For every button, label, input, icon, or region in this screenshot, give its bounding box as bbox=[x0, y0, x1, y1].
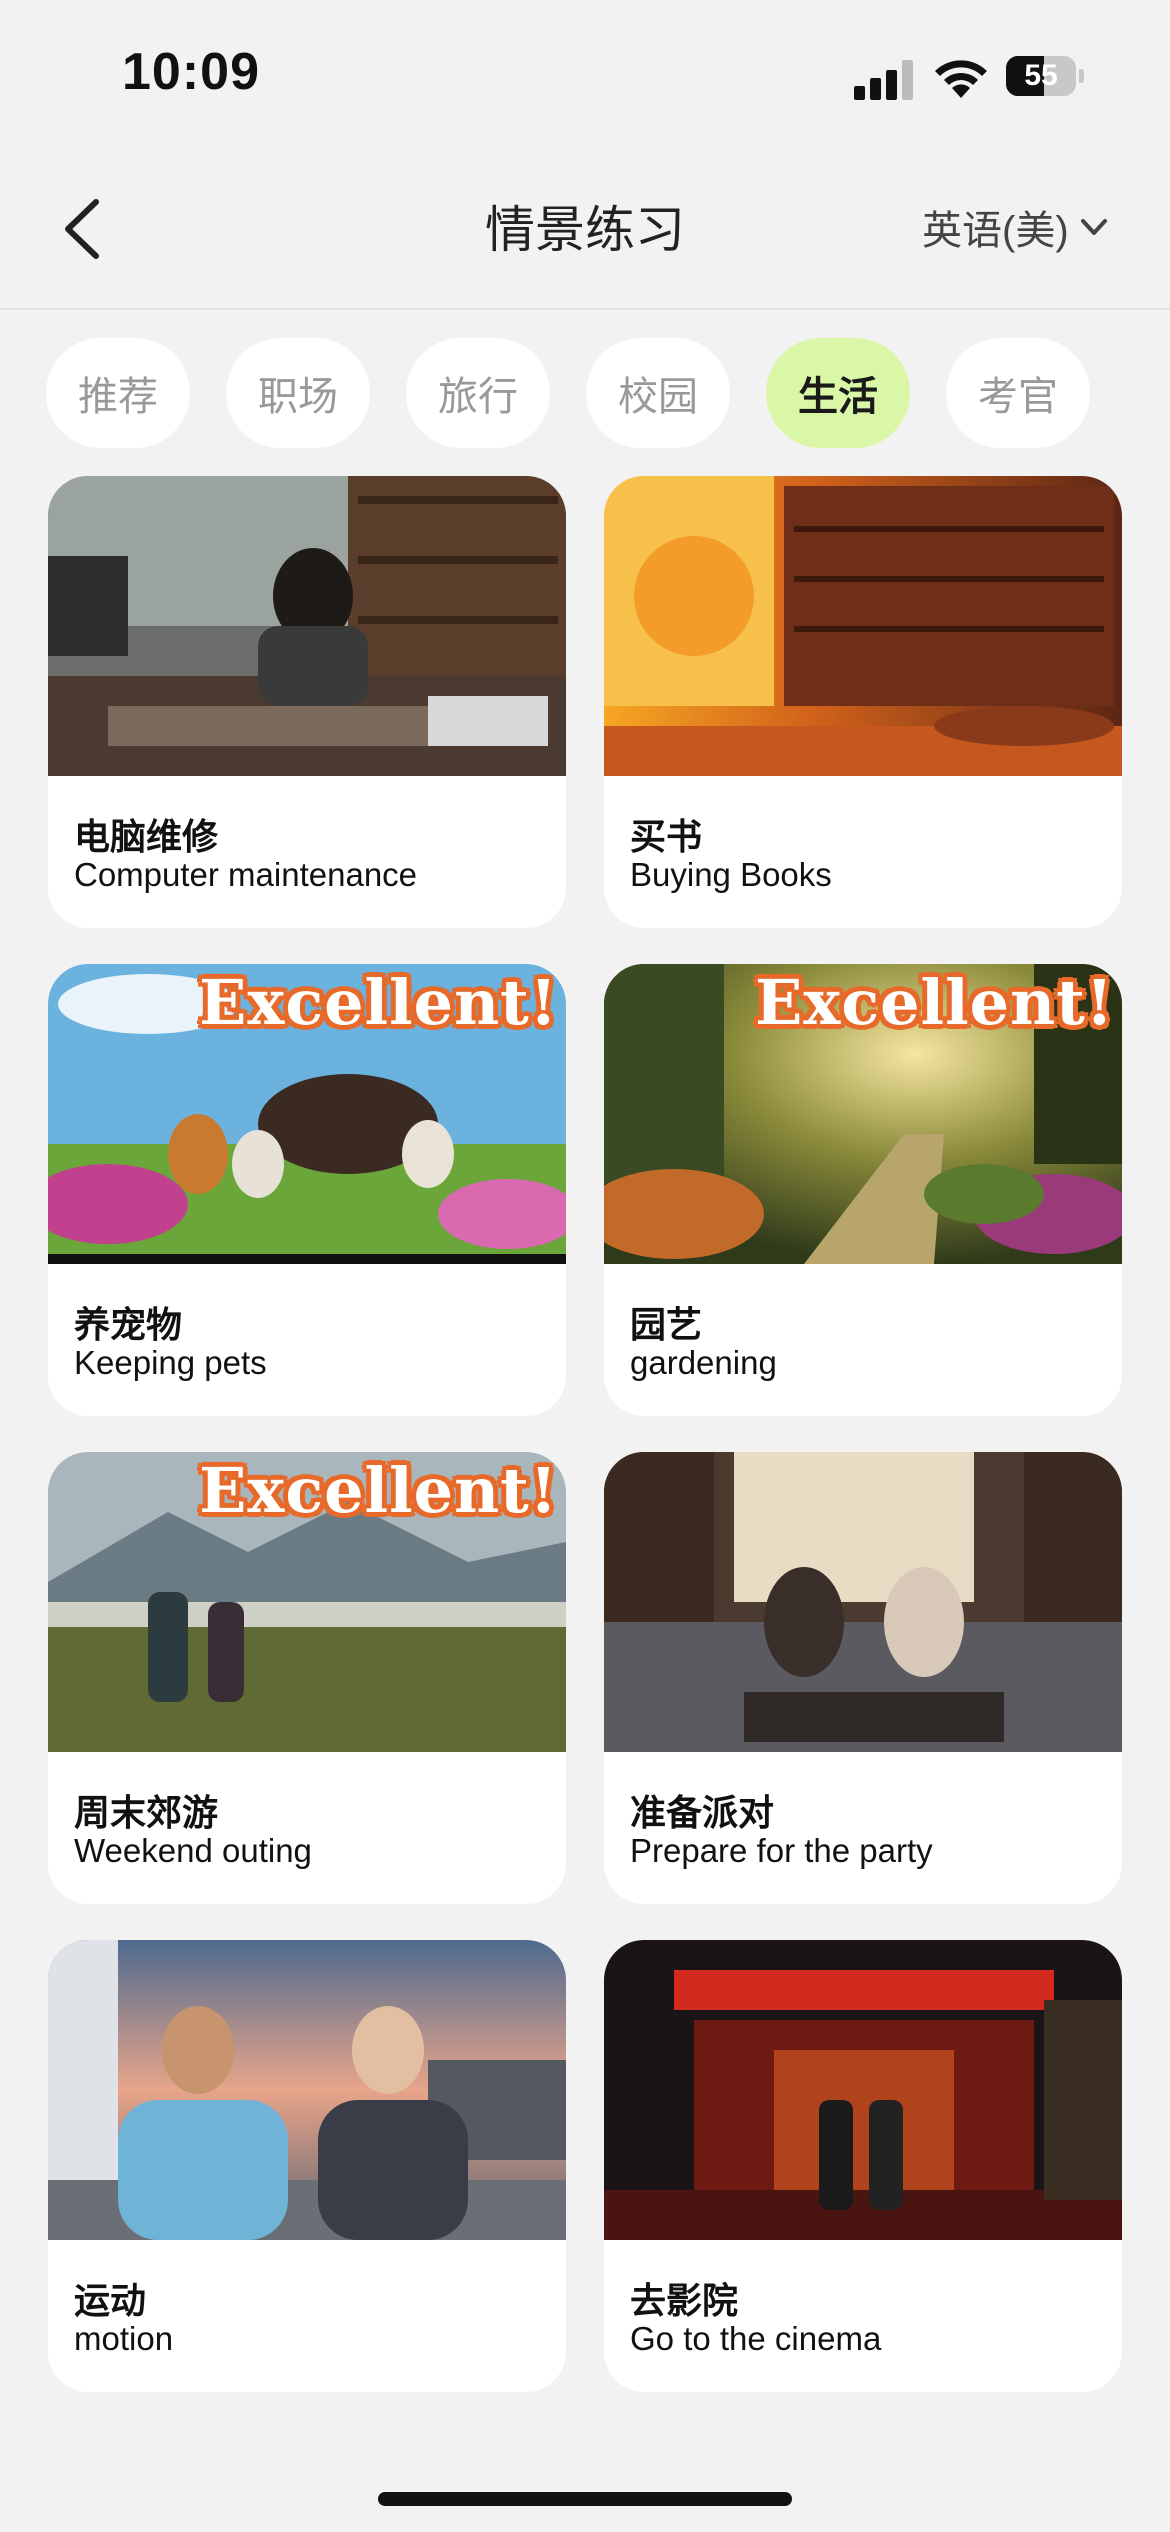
wifi-icon bbox=[935, 60, 987, 98]
tab-campus[interactable]: 校园 bbox=[586, 338, 730, 448]
scenario-title-en: motion bbox=[74, 2320, 174, 2357]
battery-level: 55 bbox=[1024, 59, 1058, 92]
scenario-title-en: Computer maintenance bbox=[74, 856, 418, 893]
scenario-card[interactable]: Excellent! 园艺 gardening bbox=[604, 964, 1122, 1416]
scenario-title-en: Buying Books bbox=[630, 856, 832, 893]
scenario-card[interactable]: 运动 motion bbox=[48, 1940, 566, 2392]
scenario-image bbox=[604, 1452, 1122, 1752]
home-indicator[interactable] bbox=[378, 2492, 792, 2506]
scenario-image: Excellent! bbox=[48, 1452, 566, 1752]
excellent-badge: Excellent! bbox=[199, 1454, 558, 1527]
scenario-image: Excellent! bbox=[48, 964, 566, 1264]
scenario-title-zh: 周末郊游 bbox=[74, 1792, 219, 1833]
scenario-image bbox=[48, 1940, 566, 2240]
battery-icon: 55 bbox=[1006, 56, 1084, 96]
scenario-title-zh: 买书 bbox=[630, 816, 703, 857]
language-label: 英语(美) bbox=[922, 209, 1069, 253]
category-tabs: 推荐 职场 旅行 校园 生活 考官 bbox=[46, 338, 1090, 448]
scenario-title-zh: 园艺 bbox=[630, 1304, 703, 1345]
status-time: 10:09 bbox=[122, 43, 260, 101]
cellular-signal-icon bbox=[854, 58, 916, 100]
scenario-title-zh: 电脑维修 bbox=[74, 816, 219, 857]
status-bar: 10:09 55 bbox=[0, 0, 1170, 150]
scenario-image bbox=[48, 476, 566, 776]
navigation-bar: 情景练习 英语(美) bbox=[0, 150, 1170, 310]
scenario-title-en: gardening bbox=[630, 1344, 777, 1381]
scenario-title-zh: 准备派对 bbox=[630, 1792, 775, 1833]
scenario-title-zh: 去影院 bbox=[630, 2280, 739, 2321]
scenario-card[interactable]: 买书 Buying Books bbox=[604, 476, 1122, 928]
scenario-card[interactable]: Excellent! 养宠物 Keeping pets bbox=[48, 964, 566, 1416]
scenario-card[interactable]: Excellent! 周末郊游 Weekend outing bbox=[48, 1452, 566, 1904]
scenario-card[interactable]: 去影院 Go to the cinema bbox=[604, 1940, 1122, 2392]
scenario-card[interactable]: 准备派对 Prepare for the party bbox=[604, 1452, 1122, 1904]
scenario-grid: 电脑维修 Computer maintenance 买书 Buying Book… bbox=[48, 476, 1122, 2392]
tab-travel[interactable]: 旅行 bbox=[406, 338, 550, 448]
scenario-title-zh: 运动 bbox=[74, 2280, 147, 2321]
excellent-badge: Excellent! bbox=[199, 966, 558, 1039]
tab-workplace[interactable]: 职场 bbox=[226, 338, 370, 448]
scenario-title-en: Keeping pets bbox=[74, 1344, 267, 1381]
scenario-title-zh: 养宠物 bbox=[74, 1304, 183, 1345]
scenario-image bbox=[604, 476, 1122, 776]
language-selector[interactable]: 英语(美) bbox=[922, 192, 1111, 262]
scenario-title-en: Go to the cinema bbox=[630, 2320, 882, 2357]
excellent-badge: Excellent! bbox=[755, 966, 1114, 1039]
scenario-title-en: Weekend outing bbox=[74, 1832, 312, 1869]
scenario-image bbox=[604, 1940, 1122, 2240]
scenario-image: Excellent! bbox=[604, 964, 1122, 1264]
scenario-card[interactable]: 电脑维修 Computer maintenance bbox=[48, 476, 566, 928]
chevron-down-icon bbox=[1080, 219, 1107, 235]
tab-recommended[interactable]: 推荐 bbox=[46, 338, 190, 448]
tab-examiner[interactable]: 考官 bbox=[946, 338, 1090, 448]
tab-life[interactable]: 生活 bbox=[766, 338, 910, 448]
scenario-title-en: Prepare for the party bbox=[630, 1832, 933, 1869]
